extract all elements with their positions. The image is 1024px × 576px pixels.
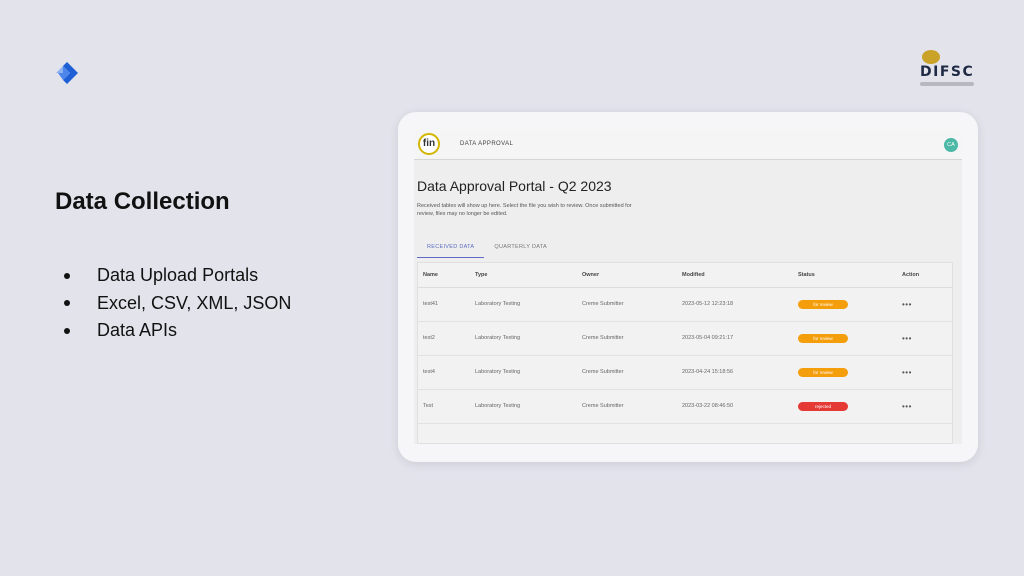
table-header-row: Name Type Owner Modified Status Action <box>418 263 952 288</box>
cell-status: rejected <box>793 389 897 424</box>
cell-owner: Creme Submitter <box>577 321 677 356</box>
more-options-icon[interactable]: ••• <box>902 402 912 411</box>
cell-modified: 2023-05-04 09:21:17 <box>677 321 793 356</box>
cell-type: Laboratory Testing <box>470 321 577 356</box>
partner-logo-tagline <box>920 82 974 86</box>
cell-status: for review <box>793 287 897 322</box>
cell-name: Test <box>418 389 470 424</box>
cell-owner: Creme Submitter <box>577 287 677 322</box>
cell-type: Laboratory Testing <box>470 355 577 390</box>
status-badge: for review <box>798 367 848 377</box>
cell-status: for review <box>793 355 897 390</box>
partner-logo-emblem-icon <box>922 50 940 64</box>
app-screenshot-frame: fin DATA APPROVAL CA Data Approval Porta… <box>398 112 978 462</box>
cell-action: ••• <box>897 389 952 424</box>
data-table: Name Type Owner Modified Status Action t… <box>418 263 952 424</box>
bullet-text: Data Upload Portals <box>97 265 259 285</box>
status-badge: rejected <box>798 401 848 411</box>
bullet-item: Data Upload Portals <box>64 262 291 290</box>
bullet-dot-icon <box>64 272 70 279</box>
cell-name: test2 <box>418 321 470 356</box>
app-header: fin DATA APPROVAL CA <box>414 130 962 160</box>
bullet-dot-icon <box>64 327 70 334</box>
page-title: Data Approval Portal - Q2 2023 <box>417 178 612 194</box>
cell-name: test41 <box>418 287 470 322</box>
data-table-panel: Name Type Owner Modified Status Action t… <box>417 262 953 444</box>
status-badge: for review <box>798 299 848 309</box>
slide-title: Data Collection <box>55 188 230 215</box>
more-options-icon[interactable]: ••• <box>902 368 912 377</box>
bullet-text: Data APIs <box>97 320 178 340</box>
column-header-status[interactable]: Status <box>793 263 897 288</box>
cell-modified: 2023-05-12 12:23:18 <box>677 287 793 322</box>
more-options-icon[interactable]: ••• <box>902 334 912 343</box>
app-logo[interactable]: fin <box>418 133 440 155</box>
tab-quarterly-data[interactable]: QUARTERLY DATA <box>484 240 557 258</box>
partner-logo-text: DIFSC <box>920 64 975 80</box>
diamond-arrow-logo-icon <box>56 62 78 84</box>
user-avatar[interactable]: CA <box>944 138 958 152</box>
tab-received-data[interactable]: RECEIVED DATA <box>417 240 485 258</box>
column-header-modified[interactable]: Modified <box>677 263 793 288</box>
more-options-icon[interactable]: ••• <box>902 300 912 309</box>
cell-owner: Creme Submitter <box>577 355 677 390</box>
cell-status: for review <box>793 321 897 356</box>
cell-action: ••• <box>897 287 952 322</box>
bullet-item: Data APIs <box>64 317 291 345</box>
data-approval-app: fin DATA APPROVAL CA Data Approval Porta… <box>414 130 962 444</box>
cell-action: ••• <box>897 321 952 356</box>
cell-owner: Creme Submitter <box>577 389 677 424</box>
cell-modified: 2023-04-24 15:18:56 <box>677 355 793 390</box>
bullet-text: Excel, CSV, XML, JSON <box>97 292 292 313</box>
table-row[interactable]: test2 Laboratory Testing Creme Submitter… <box>418 321 952 356</box>
cell-name: test4 <box>418 355 470 390</box>
table-row[interactable]: test41 Laboratory Testing Creme Submitte… <box>418 287 952 322</box>
column-header-name[interactable]: Name <box>418 263 470 288</box>
column-header-owner[interactable]: Owner <box>577 263 677 288</box>
bullet-item: Excel, CSV, XML, JSON <box>64 290 291 318</box>
cell-type: Laboratory Testing <box>470 389 577 424</box>
status-badge: for review <box>798 333 848 343</box>
partner-logo: DIFSC <box>914 48 974 94</box>
page-description: Received tables will show up here. Selec… <box>417 203 632 217</box>
tab-bar: RECEIVED DATA QUARTERLY DATA <box>417 240 557 258</box>
table-row[interactable]: Test Laboratory Testing Creme Submitter … <box>418 389 952 424</box>
cell-modified: 2023-03-22 08:46:50 <box>677 389 793 424</box>
cell-type: Laboratory Testing <box>470 287 577 322</box>
nav-data-approval[interactable]: DATA APPROVAL <box>460 141 513 147</box>
cell-action: ••• <box>897 355 952 390</box>
bullet-list: Data Upload Portals Excel, CSV, XML, JSO… <box>64 262 291 345</box>
table-row[interactable]: test4 Laboratory Testing Creme Submitter… <box>418 355 952 390</box>
bullet-dot-icon <box>64 300 70 307</box>
column-header-type[interactable]: Type <box>470 263 577 288</box>
column-header-action: Action <box>897 263 952 288</box>
